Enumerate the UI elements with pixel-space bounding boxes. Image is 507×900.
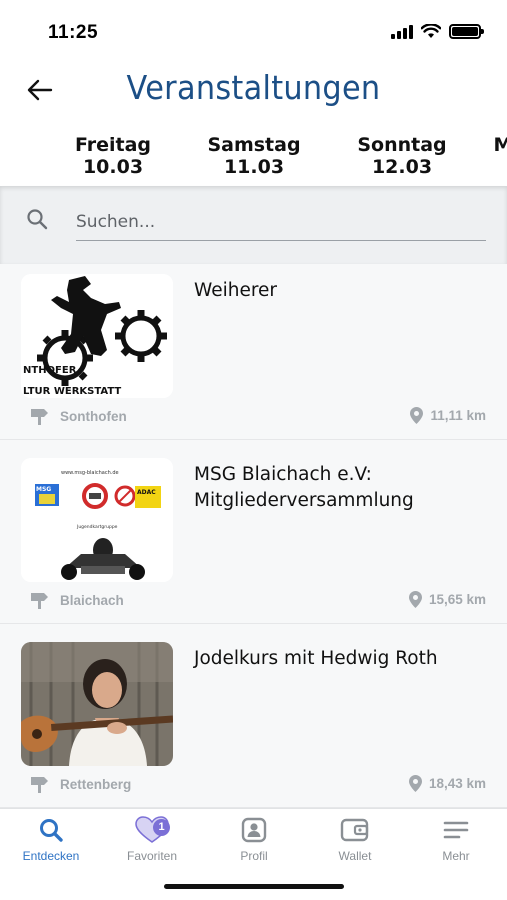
signpost-icon — [31, 593, 48, 609]
event-location: Rettenberg — [30, 775, 131, 793]
tab-day-next[interactable]: M — [428, 134, 507, 156]
nav-label: Wallet — [338, 849, 372, 863]
battery-icon — [449, 24, 484, 39]
tab-day-previous[interactable]: ag — [0, 134, 38, 156]
event-distance-label: 11,11 km — [430, 408, 486, 423]
tab-day-freitag[interactable]: Freitag 10.03 — [38, 134, 188, 178]
tab-day-name: ag — [0, 134, 38, 156]
nav-label: Favoriten — [126, 849, 178, 863]
event-location: Sonthofen — [30, 407, 127, 425]
menu-icon — [443, 821, 469, 839]
event-title: Jodelkurs mit Hedwig Roth — [194, 648, 438, 669]
event-image-text-top: NTHOFER — [23, 365, 77, 376]
event-image-graphic: www.msg-blaichach.de MSG ADAC Jugendkart… — [21, 458, 173, 582]
event-image-graphic: NTHOFER LTUR WERKSTATT — [21, 274, 173, 398]
event-list: NTHOFER LTUR WERKSTATT Weiherer Sonthofe… — [0, 264, 507, 808]
tab-day-date: 11.03 — [223, 156, 285, 178]
event-image-label-right: ADAC — [137, 489, 156, 496]
nav-label: Mehr — [442, 849, 470, 863]
nav-item-mehr[interactable]: Mehr — [411, 815, 501, 863]
tab-day-samstag[interactable]: Samstag 11.03 — [179, 134, 329, 178]
favorites-badge: 1 — [153, 819, 170, 836]
nav-item-entdecken[interactable]: Entdecken — [6, 815, 96, 863]
event-location-label: Rettenberg — [60, 776, 132, 792]
map-pin-icon — [410, 407, 424, 424]
header: Veranstaltungen — [0, 62, 507, 122]
search-bar — [0, 186, 507, 264]
day-tabs: ag Freitag 10.03 Samstag 11.03 Sonntag 1… — [0, 128, 507, 186]
cellular-signal-icon — [391, 24, 413, 39]
page-title: Veranstaltungen — [126, 68, 381, 107]
event-card[interactable]: NTHOFER LTUR WERKSTATT Weiherer Sonthofe… — [0, 264, 507, 440]
nav-item-wallet[interactable]: Wallet — [310, 815, 400, 863]
event-image: www.msg-blaichach.de MSG ADAC Jugendkart… — [21, 458, 173, 582]
nav-item-favoriten[interactable]: 1 Favoriten — [107, 815, 197, 863]
event-image-graphic — [21, 642, 173, 766]
tab-day-date: 12.03 — [371, 156, 433, 178]
event-title: MSG Blaichach e.V: Mitgliederversammlung — [194, 464, 414, 511]
status-bar: 11:25 — [0, 0, 507, 62]
event-distance-label: 18,43 km — [428, 776, 486, 791]
map-pin-icon — [408, 775, 422, 792]
event-distance: 11,11 km — [409, 406, 486, 425]
event-distance: 18,43 km — [408, 774, 486, 793]
search-icon — [27, 209, 48, 230]
nav-item-profil[interactable]: Profil — [209, 815, 299, 863]
map-pin-icon — [408, 591, 422, 608]
event-card[interactable]: www.msg-blaichach.de MSG ADAC Jugendkart… — [0, 440, 507, 624]
event-image-text-mid: Jugendkartgruppe — [76, 524, 118, 530]
event-card[interactable]: Jodelkurs mit Hedwig Roth Rettenberg 18,… — [0, 624, 507, 808]
tab-day-name: Samstag — [207, 134, 301, 156]
event-distance: 15,65 km — [408, 590, 486, 609]
event-location-label: Blaichach — [60, 592, 124, 608]
event-title: Weiherer — [194, 280, 278, 301]
tab-day-name: Freitag — [74, 134, 152, 156]
tab-day-name: M — [493, 134, 507, 156]
status-icons — [391, 24, 484, 39]
event-location-label: Sonthofen — [60, 408, 127, 424]
signpost-icon — [31, 409, 48, 425]
event-image-text-top: www.msg-blaichach.de — [61, 470, 119, 476]
event-location: Blaichach — [30, 591, 124, 609]
status-time: 11:25 — [48, 22, 99, 43]
wifi-icon — [421, 24, 441, 38]
profile-icon — [241, 817, 267, 843]
tab-day-date: 10.03 — [82, 156, 144, 178]
search-input[interactable] — [76, 204, 486, 241]
event-image: NTHOFER LTUR WERKSTATT — [21, 274, 173, 398]
event-image — [21, 642, 173, 766]
nav-label: Profil — [240, 849, 268, 863]
event-image-text-bottom: LTUR WERKSTATT — [23, 386, 121, 397]
wallet-icon — [340, 818, 369, 842]
nav-label: Entdecken — [22, 849, 80, 863]
event-image-label-left: MSG — [36, 486, 51, 493]
home-indicator — [164, 884, 344, 889]
signpost-icon — [31, 777, 48, 793]
event-distance-label: 15,65 km — [428, 592, 486, 607]
search-icon — [40, 819, 63, 842]
